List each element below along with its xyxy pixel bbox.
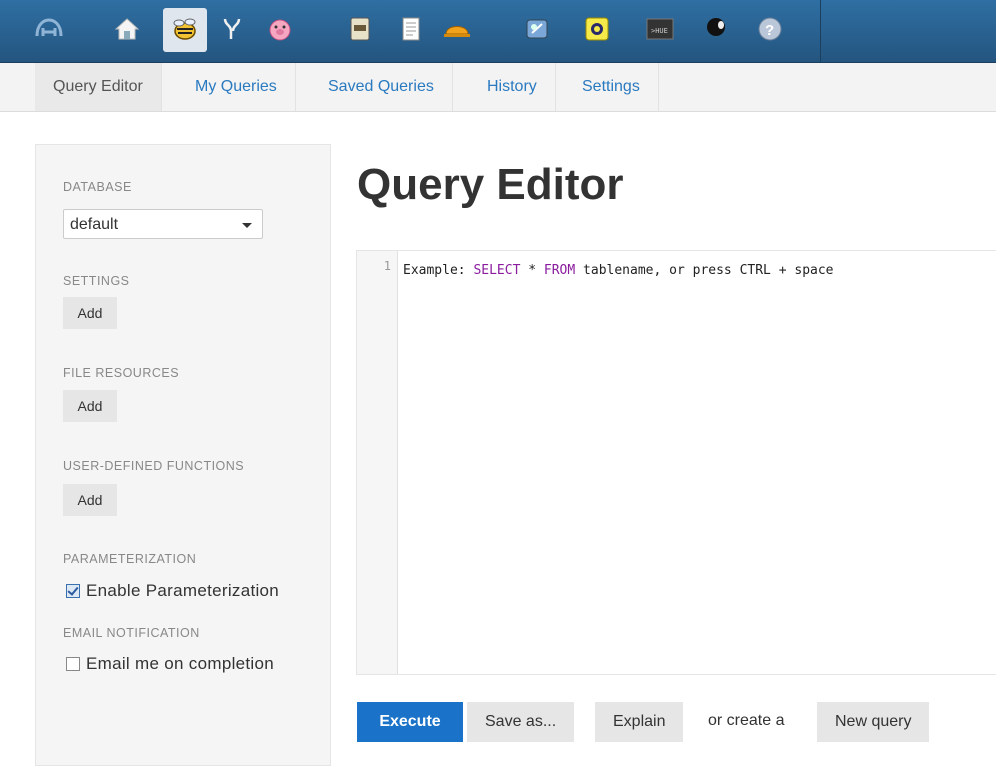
add-udf-button[interactable]: Add — [63, 484, 117, 516]
enable-parameterization-label: Enable Parameterization — [86, 581, 280, 600]
user-admin-icon[interactable] — [700, 12, 734, 46]
sidebar: DATABASE default SETTINGS Add FILE RESOU… — [35, 144, 331, 766]
settings-label: SETTINGS — [63, 274, 130, 288]
editor-gutter: 1 — [357, 251, 398, 674]
help-icon[interactable]: ? — [753, 12, 787, 46]
app-bar: >HUE ? — [0, 0, 996, 63]
save-as-button[interactable]: Save as... — [467, 702, 575, 742]
execute-button[interactable]: Execute — [357, 702, 463, 742]
editor-placeholder: Example: SELECT * FROM tablename, or pre… — [403, 263, 834, 278]
tab-history[interactable]: History — [469, 63, 556, 111]
svg-text:?: ? — [765, 22, 774, 39]
code-keyword-select: SELECT — [473, 263, 521, 278]
code-prefix: Example: — [403, 263, 474, 278]
file-resources-label: FILE RESOURCES — [63, 366, 180, 380]
email-notification-checkbox[interactable] — [66, 657, 80, 671]
hue-logo-icon[interactable] — [32, 12, 66, 46]
tab-my-queries[interactable]: My Queries — [177, 63, 296, 111]
or-create-text: or create a — [708, 712, 785, 729]
database-select[interactable]: default — [63, 209, 263, 239]
email-notification-label: EMAIL NOTIFICATION — [63, 626, 200, 640]
add-file-resource-button[interactable]: Add — [63, 390, 117, 422]
enable-parameterization-checkbox[interactable] — [66, 584, 80, 598]
sqoop-icon[interactable] — [580, 12, 614, 46]
database-label: DATABASE — [63, 180, 132, 194]
hard-hat-icon[interactable] — [440, 12, 474, 46]
code-keyword-from: FROM — [543, 263, 576, 278]
sub-navigation: Query Editor My Queries Saved Queries Hi… — [0, 63, 996, 112]
code-mid: * — [520, 263, 544, 278]
metastore-icon[interactable] — [215, 12, 249, 46]
tab-saved-queries[interactable]: Saved Queries — [310, 63, 453, 111]
database-select-value: default — [70, 216, 119, 233]
tab-settings[interactable]: Settings — [564, 63, 659, 111]
parameterization-label: PARAMETERIZATION — [63, 552, 197, 566]
new-query-button[interactable]: New query — [817, 702, 930, 742]
shell-icon[interactable]: >HUE — [643, 12, 677, 46]
explain-button[interactable]: Explain — [595, 702, 684, 742]
add-setting-button[interactable]: Add — [63, 297, 117, 329]
svg-text:>HUE: >HUE — [651, 27, 668, 35]
file-browser-icon[interactable] — [343, 12, 377, 46]
email-notification-row[interactable]: Email me on completion — [66, 654, 274, 674]
pig-icon[interactable] — [263, 12, 297, 46]
email-notification-checkbox-label: Email me on completion — [86, 654, 275, 673]
home-icon[interactable] — [110, 12, 144, 46]
tab-query-editor[interactable]: Query Editor — [35, 63, 162, 111]
line-number: 1 — [383, 259, 391, 273]
enable-parameterization-row[interactable]: Enable Parameterization — [66, 581, 279, 601]
appbar-divider — [820, 0, 821, 62]
query-editor[interactable]: 1 Example: SELECT * FROM tablename, or p… — [356, 250, 996, 675]
code-suffix: tablename, or press CTRL + space — [575, 263, 834, 278]
oozie-icon[interactable] — [520, 12, 554, 46]
udf-label: USER-DEFINED FUNCTIONS — [63, 459, 245, 473]
chevron-down-icon — [242, 223, 252, 228]
job-browser-icon[interactable] — [394, 12, 428, 46]
page-title: Query Editor — [357, 160, 624, 209]
beeswax-icon[interactable] — [163, 8, 207, 52]
